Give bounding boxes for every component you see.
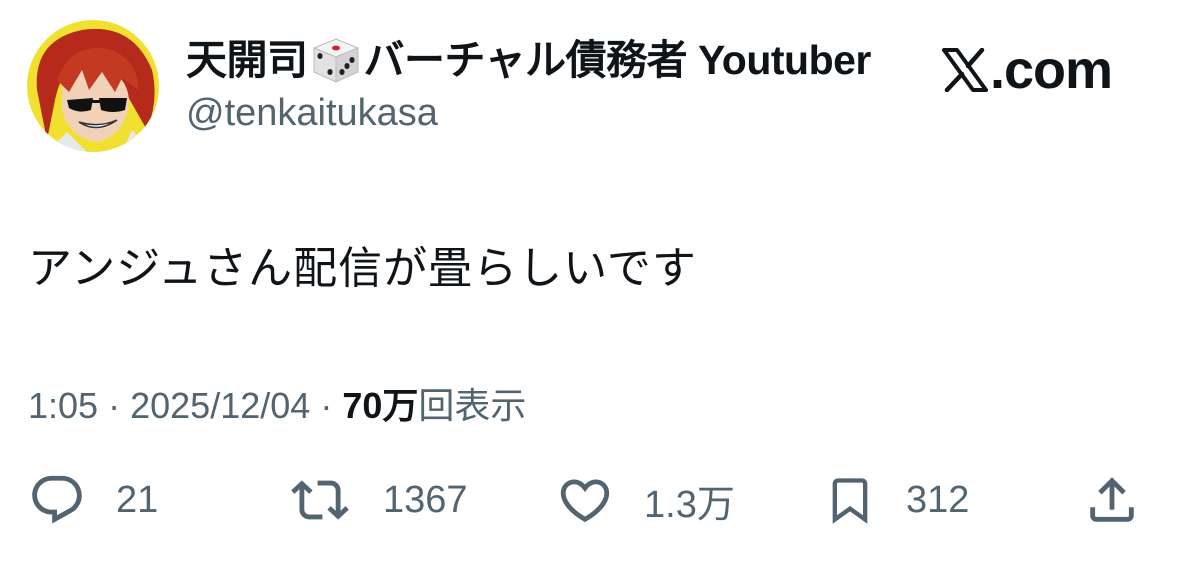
avatar[interactable] <box>27 20 159 152</box>
views-label: 回表示 <box>418 385 527 426</box>
display-name[interactable]: 天開司 バーチャル債務者 Youtuber <box>186 36 871 84</box>
bookmark-count: 312 <box>906 478 970 521</box>
meta-separator: · <box>320 385 333 426</box>
like-button[interactable]: 1.3万 <box>556 470 735 530</box>
retweet-icon <box>291 480 349 520</box>
tweet-text: アンジュさん配信が畳らしいです <box>28 244 697 293</box>
views-count: 70万 <box>342 385 419 426</box>
like-count: 1.3万 <box>644 483 735 526</box>
bookmark-button[interactable]: 312 <box>824 470 969 530</box>
user-handle[interactable]: @tenkaitukasa <box>186 92 438 135</box>
display-name-prefix: 天開司 <box>186 37 308 83</box>
share-icon <box>1090 477 1134 522</box>
brand-label: .com <box>990 40 1113 100</box>
dice-emoji-icon <box>312 38 359 83</box>
reply-icon <box>32 475 82 524</box>
x-logo-icon <box>942 48 988 92</box>
action-bar: 21 1367 1.3万 312 <box>0 470 1179 530</box>
display-name-suffix: バーチャル債務者 Youtuber <box>363 37 872 83</box>
avatar-image <box>27 20 159 152</box>
heart-icon <box>560 479 610 523</box>
tweet-date[interactable]: 2025/12/04 <box>130 385 310 426</box>
x-com-watermark: .com <box>942 40 1113 100</box>
reply-count: 21 <box>116 478 159 521</box>
retweet-button[interactable]: 1367 <box>287 470 468 530</box>
retweet-count: 1367 <box>383 478 468 521</box>
bookmark-icon <box>832 478 868 524</box>
tweet-time[interactable]: 1:05 <box>28 385 98 426</box>
share-button[interactable] <box>1083 470 1141 530</box>
reply-button[interactable]: 21 <box>28 470 158 530</box>
meta-separator: · <box>108 385 121 426</box>
tweet-meta: 1:05 · 2025/12/04 · 70万回表示 <box>28 377 526 429</box>
